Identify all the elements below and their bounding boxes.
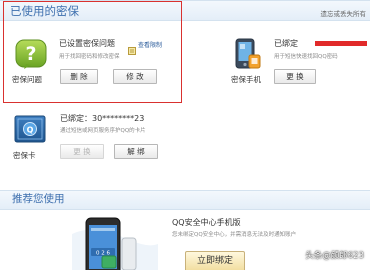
security-phone-caption: 密保手机 <box>231 75 261 84</box>
security-card-caption: 密保卡 <box>13 151 36 160</box>
security-card-icon: Q <box>14 114 46 144</box>
security-question-desc: 用于找回密码和修改密保 <box>59 54 120 60</box>
svg-text:Q: Q <box>27 126 34 135</box>
view-limits-link[interactable]: 查看限制 <box>138 40 162 49</box>
security-phone-status: 已绑定 <box>274 39 298 48</box>
masked-phone-number <box>315 41 367 46</box>
security-card-desc: 通过短信或网页服务序护QQ的卡片 <box>60 128 146 134</box>
change-phone-button[interactable]: 更 换 <box>274 69 316 84</box>
watermark-text: 头条@颜郎623 <box>305 251 364 261</box>
security-question-caption: 密保问题 <box>12 75 42 84</box>
promo-title: QQ安全中心手机版 <box>172 218 241 227</box>
forgot-hint-text: 遗忘或丢失所有 <box>320 10 367 18</box>
mobile-phone-icon <box>232 38 262 70</box>
delete-question-button[interactable]: 删 除 <box>60 69 98 84</box>
svg-text:?: ? <box>25 43 36 65</box>
security-phone-desc: 用于短信快速找回QQ密码 <box>274 54 338 60</box>
security-question-status: 已设置密保问题 <box>59 39 115 48</box>
note-icon <box>128 40 136 55</box>
unbind-card-button[interactable]: 解 绑 <box>114 144 158 159</box>
modify-question-button[interactable]: 修 改 <box>113 69 157 84</box>
promo-desc: 您未绑定QQ安全中心，并需消息无法及时通知账户 <box>172 232 297 238</box>
bind-now-button[interactable]: 立即绑定 <box>185 251 245 270</box>
change-card-button[interactable]: 更 换 <box>60 144 104 159</box>
recommend-title: 推荐您使用 <box>12 193 65 205</box>
smartphone-image: 0 2 6 <box>70 214 160 270</box>
security-card-status: 已绑定：30********23 <box>60 114 145 123</box>
question-mark-icon: ? <box>14 38 48 70</box>
